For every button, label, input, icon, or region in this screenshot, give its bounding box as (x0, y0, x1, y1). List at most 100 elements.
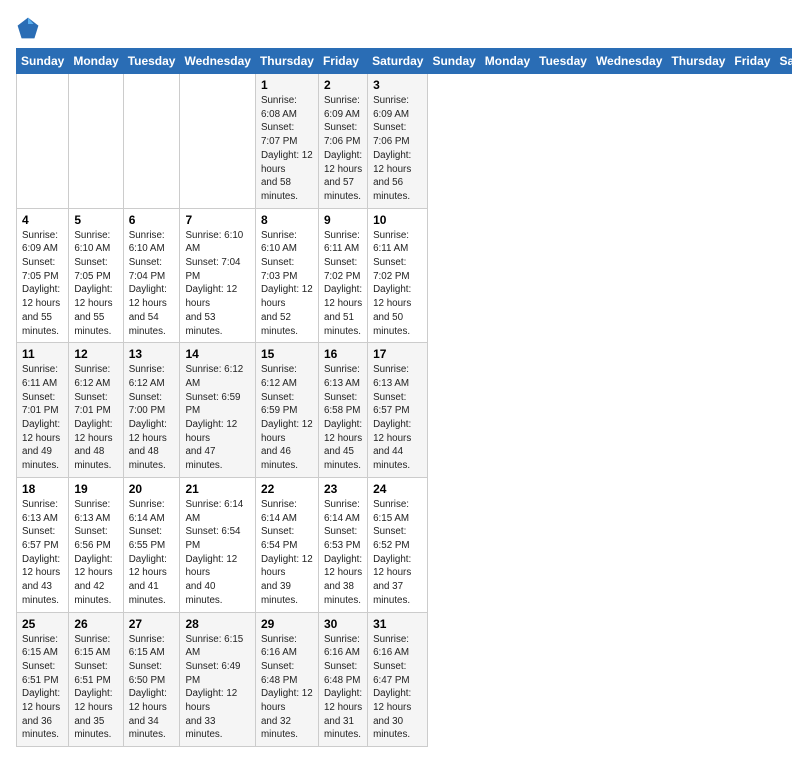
header-day-monday: Monday (69, 49, 123, 74)
day-number: 1 (261, 78, 313, 92)
day-number: 14 (185, 347, 249, 361)
day-number: 4 (22, 213, 63, 227)
calendar-cell (17, 74, 69, 209)
day-detail: Sunrise: 6:12 AM Sunset: 6:59 PM Dayligh… (185, 363, 249, 473)
day-detail: Sunrise: 6:12 AM Sunset: 7:01 PM Dayligh… (74, 363, 117, 473)
calendar-cell: 26 Sunrise: 6:15 AM Sunset: 6:51 PM Dayli… (69, 612, 123, 747)
calendar-cell: 16Sunrise: 6:13 AM Sunset: 6:58 PM Dayli… (318, 343, 367, 478)
day-number: 23 (324, 482, 362, 496)
calendar-cell: 3 Sunrise: 6:09 AM Sunset: 7:06 PM Daylig… (368, 74, 428, 209)
calendar-cell: 11 Sunrise: 6:11 AM Sunset: 7:01 PM Dayli… (17, 343, 69, 478)
calendar-cell: 6 Sunrise: 6:10 AM Sunset: 7:04 PM Daylig… (123, 208, 180, 343)
calendar-cell: 13Sunrise: 6:12 AM Sunset: 7:00 PM Dayli… (123, 343, 180, 478)
day-detail: Sunrise: 6:11 AM Sunset: 7:02 PM Dayligh… (373, 229, 422, 339)
day-detail: Sunrise: 6:13 AM Sunset: 6:57 PM Dayligh… (373, 363, 422, 473)
day-number: 22 (261, 482, 313, 496)
header-day-tuesday: Tuesday (535, 49, 592, 74)
day-detail: Sunrise: 6:10 AM Sunset: 7:05 PM Dayligh… (74, 229, 117, 339)
day-detail: Sunrise: 6:13 AM Sunset: 6:56 PM Dayligh… (74, 498, 117, 608)
day-number: 8 (261, 213, 313, 227)
header-day-sunday: Sunday (428, 49, 480, 74)
day-number: 5 (74, 213, 117, 227)
calendar-cell: 29 Sunrise: 6:16 AM Sunset: 6:48 PM Dayli… (255, 612, 318, 747)
calendar-week-row: 25 Sunrise: 6:15 AM Sunset: 6:51 PM Dayli… (17, 612, 792, 747)
calendar-cell: 19 Sunrise: 6:13 AM Sunset: 6:56 PM Dayli… (69, 477, 123, 612)
calendar-week-row: 4 Sunrise: 6:09 AM Sunset: 7:05 PM Daylig… (17, 208, 792, 343)
day-number: 28 (185, 617, 249, 631)
calendar-table: SundayMondayTuesdayWednesdayThursdayFrid… (16, 48, 792, 747)
day-detail: Sunrise: 6:16 AM Sunset: 6:47 PM Dayligh… (373, 633, 422, 743)
day-number: 19 (74, 482, 117, 496)
calendar-week-row: 11 Sunrise: 6:11 AM Sunset: 7:01 PM Dayli… (17, 343, 792, 478)
header-day-thursday: Thursday (255, 49, 318, 74)
day-detail: Sunrise: 6:16 AM Sunset: 6:48 PM Dayligh… (261, 633, 313, 743)
day-number: 10 (373, 213, 422, 227)
calendar-header-row: SundayMondayTuesdayWednesdayThursdayFrid… (17, 49, 792, 74)
day-detail: Sunrise: 6:13 AM Sunset: 6:58 PM Dayligh… (324, 363, 362, 473)
calendar-cell: 14 Sunrise: 6:12 AM Sunset: 6:59 PM Dayli… (180, 343, 255, 478)
calendar-cell: 15Sunrise: 6:12 AM Sunset: 6:59 PM Dayli… (255, 343, 318, 478)
day-detail: Sunrise: 6:11 AM Sunset: 7:01 PM Dayligh… (22, 363, 63, 473)
day-number: 25 (22, 617, 63, 631)
day-detail: Sunrise: 6:12 AM Sunset: 6:59 PM Dayligh… (261, 363, 313, 473)
calendar-cell: 8 Sunrise: 6:10 AM Sunset: 7:03 PM Daylig… (255, 208, 318, 343)
calendar-week-row: 1 Sunrise: 6:08 AM Sunset: 7:07 PM Daylig… (17, 74, 792, 209)
header-day-thursday: Thursday (667, 49, 730, 74)
day-detail: Sunrise: 6:10 AM Sunset: 7:04 PM Dayligh… (185, 229, 249, 339)
day-number: 27 (129, 617, 175, 631)
day-number: 2 (324, 78, 362, 92)
calendar-cell: 30Sunrise: 6:16 AM Sunset: 6:48 PM Dayli… (318, 612, 367, 747)
calendar-cell: 23 Sunrise: 6:14 AM Sunset: 6:53 PM Dayli… (318, 477, 367, 612)
calendar-cell: 17 Sunrise: 6:13 AM Sunset: 6:57 PM Dayli… (368, 343, 428, 478)
calendar-cell: 25Sunrise: 6:15 AM Sunset: 6:51 PM Dayli… (17, 612, 69, 747)
day-detail: Sunrise: 6:09 AM Sunset: 7:06 PM Dayligh… (373, 94, 422, 204)
day-detail: Sunrise: 6:15 AM Sunset: 6:51 PM Dayligh… (74, 633, 117, 743)
day-number: 29 (261, 617, 313, 631)
day-detail: Sunrise: 6:10 AM Sunset: 7:04 PM Dayligh… (129, 229, 175, 339)
header-day-saturday: Saturday (368, 49, 428, 74)
day-detail: Sunrise: 6:14 AM Sunset: 6:53 PM Dayligh… (324, 498, 362, 608)
day-number: 30 (324, 617, 362, 631)
day-number: 31 (373, 617, 422, 631)
day-number: 24 (373, 482, 422, 496)
day-detail: Sunrise: 6:15 AM Sunset: 6:49 PM Dayligh… (185, 633, 249, 743)
calendar-cell: 28 Sunrise: 6:15 AM Sunset: 6:49 PM Dayli… (180, 612, 255, 747)
day-detail: Sunrise: 6:15 AM Sunset: 6:50 PM Dayligh… (129, 633, 175, 743)
header-day-saturday: Saturday (775, 49, 792, 74)
day-detail: Sunrise: 6:12 AM Sunset: 7:00 PM Dayligh… (129, 363, 175, 473)
day-detail: Sunrise: 6:09 AM Sunset: 7:06 PM Dayligh… (324, 94, 362, 204)
calendar-cell: 31 Sunrise: 6:16 AM Sunset: 6:47 PM Dayli… (368, 612, 428, 747)
calendar-cell: 7 Sunrise: 6:10 AM Sunset: 7:04 PM Daylig… (180, 208, 255, 343)
day-detail: Sunrise: 6:14 AM Sunset: 6:55 PM Dayligh… (129, 498, 175, 608)
calendar-cell: 27 Sunrise: 6:15 AM Sunset: 6:50 PM Dayli… (123, 612, 180, 747)
header-day-friday: Friday (730, 49, 775, 74)
header-day-tuesday: Tuesday (123, 49, 180, 74)
day-detail: Sunrise: 6:15 AM Sunset: 6:52 PM Dayligh… (373, 498, 422, 608)
day-detail: Sunrise: 6:09 AM Sunset: 7:05 PM Dayligh… (22, 229, 63, 339)
day-number: 20 (129, 482, 175, 496)
calendar-cell: 10 Sunrise: 6:11 AM Sunset: 7:02 PM Dayli… (368, 208, 428, 343)
day-number: 3 (373, 78, 422, 92)
header-day-wednesday: Wednesday (591, 49, 666, 74)
calendar-cell: 20 Sunrise: 6:14 AM Sunset: 6:55 PM Dayli… (123, 477, 180, 612)
logo-icon (16, 16, 40, 40)
day-number: 26 (74, 617, 117, 631)
day-number: 18 (22, 482, 63, 496)
day-number: 7 (185, 213, 249, 227)
calendar-cell (123, 74, 180, 209)
day-number: 17 (373, 347, 422, 361)
calendar-cell: 5 Sunrise: 6:10 AM Sunset: 7:05 PM Daylig… (69, 208, 123, 343)
day-detail: Sunrise: 6:11 AM Sunset: 7:02 PM Dayligh… (324, 229, 362, 339)
day-detail: Sunrise: 6:10 AM Sunset: 7:03 PM Dayligh… (261, 229, 313, 339)
day-number: 11 (22, 347, 63, 361)
calendar-cell: 12Sunrise: 6:12 AM Sunset: 7:01 PM Dayli… (69, 343, 123, 478)
calendar-cell: 1 Sunrise: 6:08 AM Sunset: 7:07 PM Daylig… (255, 74, 318, 209)
header-day-friday: Friday (318, 49, 367, 74)
day-number: 6 (129, 213, 175, 227)
day-detail: Sunrise: 6:08 AM Sunset: 7:07 PM Dayligh… (261, 94, 313, 204)
day-number: 21 (185, 482, 249, 496)
header-day-monday: Monday (480, 49, 534, 74)
calendar-cell (180, 74, 255, 209)
page-header (16, 16, 776, 40)
calendar-cell: 4 Sunrise: 6:09 AM Sunset: 7:05 PM Daylig… (17, 208, 69, 343)
